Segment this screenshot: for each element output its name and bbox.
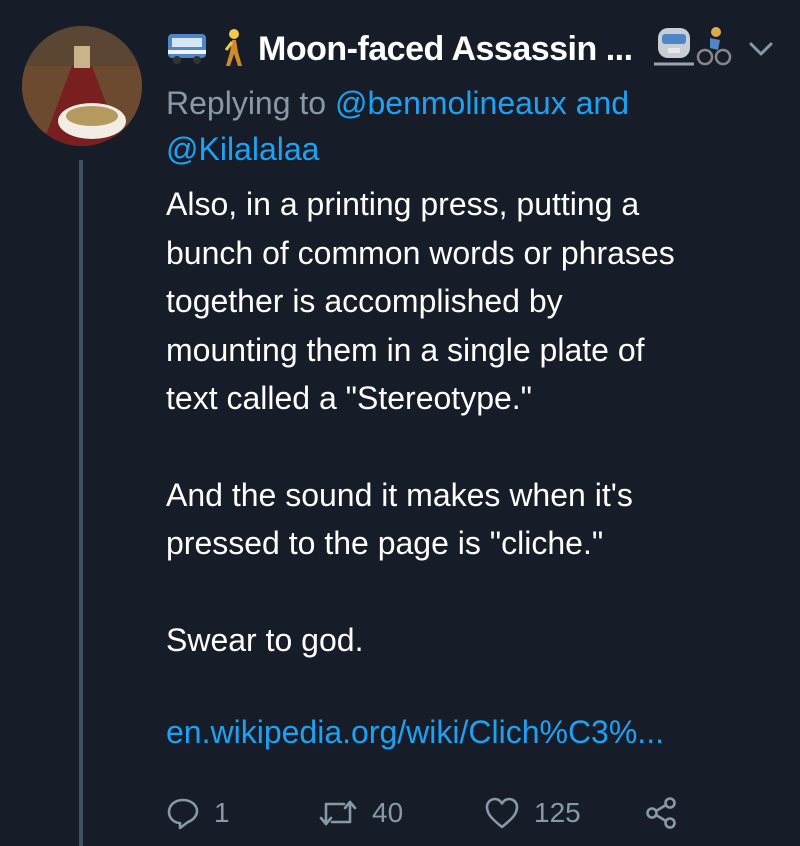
retweet-icon xyxy=(319,800,357,826)
person-cycling-emoji-icon xyxy=(696,26,732,71)
tweet-text-line: bunch of common words or phrases xyxy=(166,234,675,271)
tweet-text-line: text called a "Stereotype." xyxy=(166,380,533,416)
tweet-text-line: Also, in a printing press, putting a xyxy=(166,186,640,222)
heart-icon xyxy=(485,797,519,829)
avatar[interactable] xyxy=(22,26,142,146)
reply-count: 1 xyxy=(214,797,230,828)
retweet-button[interactable]: 40 xyxy=(318,796,403,830)
chevron-down-icon[interactable] xyxy=(748,40,774,63)
replying-to-label: Replying to xyxy=(166,85,335,121)
tweet-text: Also, in a printing press, putting a bun… xyxy=(166,180,776,664)
reply-button[interactable]: 1 xyxy=(166,796,230,830)
share-icon xyxy=(646,797,676,829)
display-name[interactable]: Moon-faced Assassin ... xyxy=(258,30,633,69)
replying-to-joiner: and xyxy=(566,85,629,121)
avatar-image xyxy=(22,26,142,146)
tweet-text-line: And the sound it makes when it's xyxy=(166,476,633,513)
like-count: 125 xyxy=(534,797,581,828)
retweet-count: 40 xyxy=(372,797,404,828)
tweet-header: Moon-faced Assassin ... xyxy=(166,22,786,78)
bus-emoji-icon xyxy=(166,28,208,73)
tweet-text-line: Swear to god. xyxy=(166,621,364,658)
train-emoji-icon xyxy=(652,24,696,73)
tweet-text-line: mounting them in a single plate of xyxy=(166,331,645,368)
reply-icon xyxy=(167,798,199,830)
mention-link[interactable]: @benmolineaux xyxy=(335,85,567,121)
wikipedia-link[interactable]: en.wikipedia.org/wiki/Clich%C3%... xyxy=(166,714,664,751)
replying-to: Replying to @benmolineaux and @Kilalalaa xyxy=(166,80,766,172)
share-button[interactable] xyxy=(644,796,678,830)
like-button[interactable]: 125 xyxy=(484,796,581,830)
mention-link[interactable]: @Kilalalaa xyxy=(166,131,319,167)
tweet-actions: 1 40 125 xyxy=(166,796,786,844)
tweet-text-line: pressed to the page is "cliche." xyxy=(166,525,604,561)
tweet-text-line: together is accomplished by xyxy=(166,283,563,319)
tweet-card[interactable]: Moon-faced Assassin ... Replying to @ben… xyxy=(0,0,800,846)
person-walking-emoji-icon xyxy=(216,28,250,75)
thread-line xyxy=(79,160,83,846)
